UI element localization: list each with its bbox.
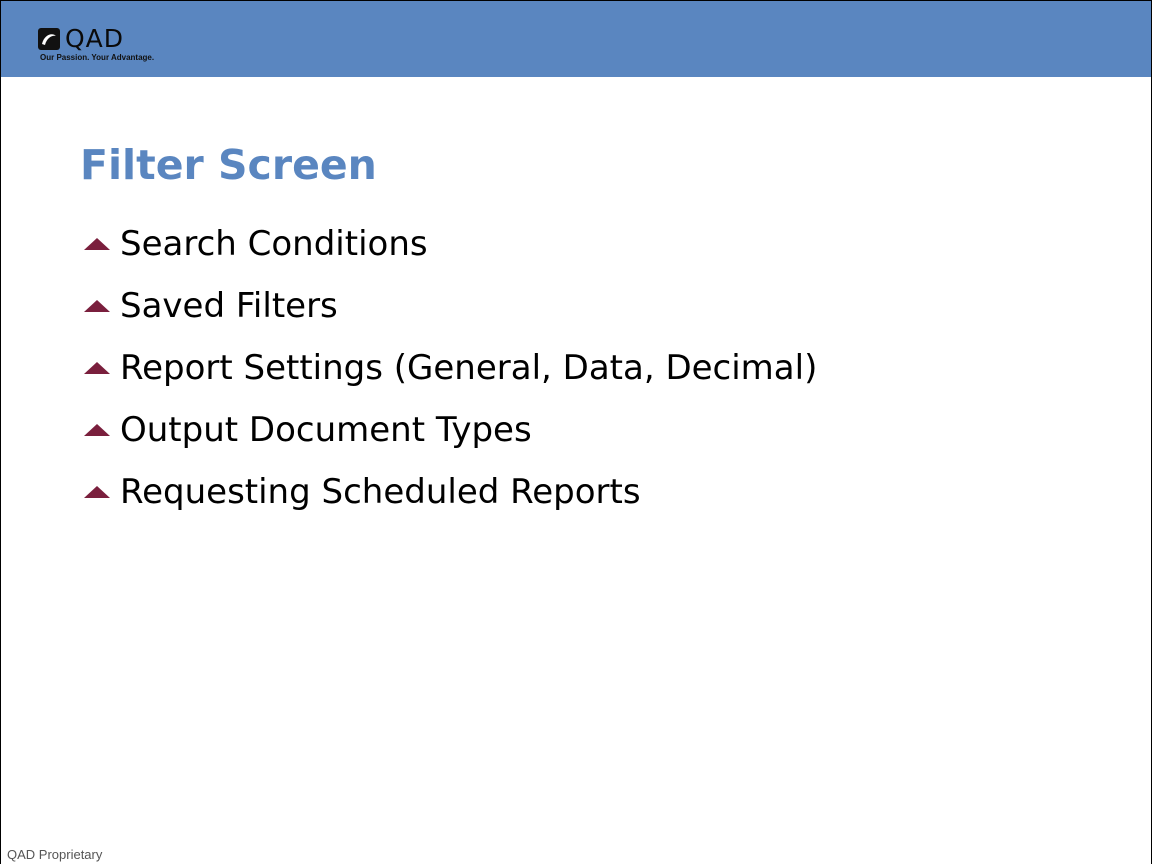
logo-row: QAD: [38, 24, 154, 53]
qad-logo: QAD Our Passion. Your Advantage.: [38, 24, 155, 62]
header-bar: QAD Our Passion. Your Advantage.: [1, 1, 1151, 77]
bullet-item: Saved Filters: [83, 275, 817, 337]
triangle-up-icon: [84, 486, 110, 498]
bullet-text: Search Conditions: [120, 224, 428, 264]
bullet-item: Search Conditions: [83, 213, 817, 275]
footer-proprietary: QAD Proprietary: [7, 847, 103, 862]
bullet-item: Requesting Scheduled Reports: [83, 461, 817, 523]
bullet-item: Output Document Types: [83, 399, 817, 461]
slide-title: Filter Screen: [80, 141, 377, 189]
triangle-up-icon: [84, 238, 110, 250]
bullet-list: Search Conditions Saved Filters Report S…: [83, 213, 817, 523]
bullet-text: Requesting Scheduled Reports: [120, 472, 641, 512]
bullet-text: Saved Filters: [120, 286, 338, 326]
triangle-up-icon: [84, 300, 110, 312]
bullet-item: Report Settings (General, Data, Decimal): [83, 337, 817, 399]
logo-tagline: Our Passion. Your Advantage.: [40, 53, 155, 62]
qad-logo-icon: [38, 28, 60, 50]
triangle-up-icon: [84, 424, 110, 436]
bullet-text: Output Document Types: [120, 410, 532, 450]
slide-frame: QAD Our Passion. Your Advantage. Filter …: [0, 0, 1152, 864]
bullet-text: Report Settings (General, Data, Decimal): [120, 348, 818, 388]
logo-wordmark: QAD: [65, 24, 125, 53]
triangle-up-icon: [84, 362, 110, 374]
